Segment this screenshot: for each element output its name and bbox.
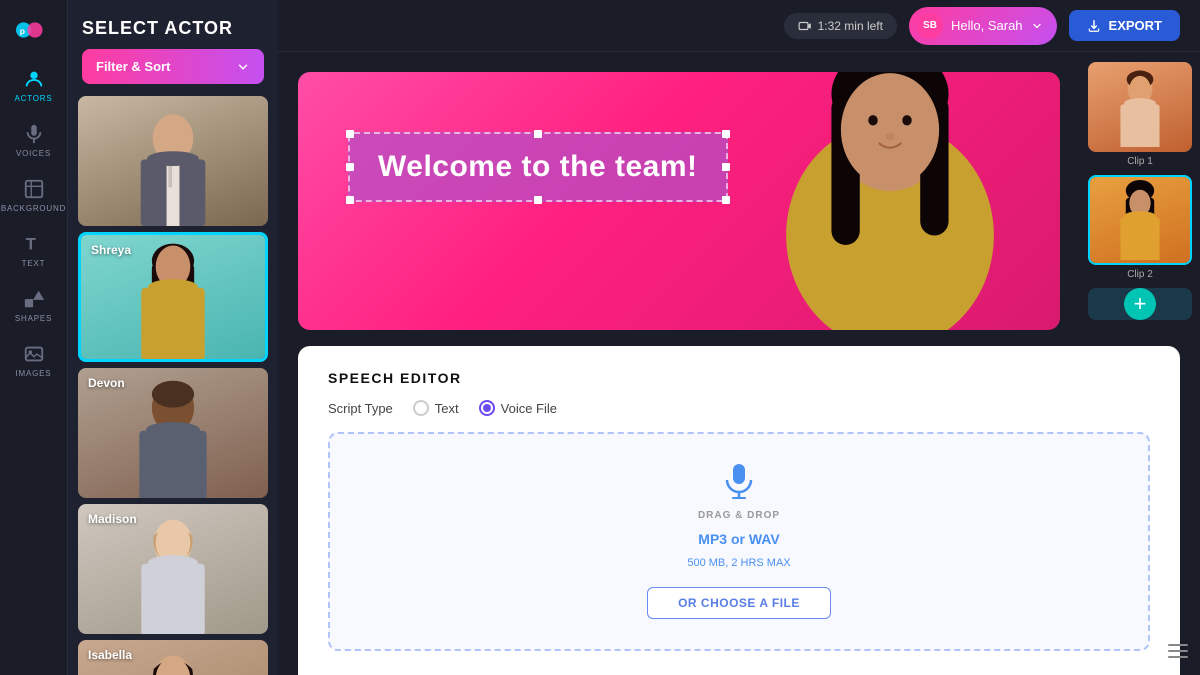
time-left-text: 1:32 min left bbox=[818, 19, 883, 33]
actor-card-isabella[interactable]: Isabella bbox=[78, 640, 268, 675]
sidebar-item-background-label: BACKGROUND bbox=[1, 204, 66, 213]
export-label: EXPORT bbox=[1109, 18, 1162, 33]
canvas-area: Welcome to the team! bbox=[278, 52, 1080, 330]
sidebar-item-voices[interactable]: VOICES bbox=[6, 113, 62, 168]
clip-1-thumbnail bbox=[1088, 62, 1192, 152]
chevron-down-icon bbox=[236, 60, 250, 74]
sidebar-item-background[interactable]: BACKGROUND bbox=[6, 168, 62, 223]
handle-bl[interactable] bbox=[346, 196, 354, 204]
radio-voice-circle[interactable] bbox=[479, 400, 495, 416]
clip-2-label: Clip 2 bbox=[1088, 269, 1192, 280]
speech-editor: SPEECH EDITOR Script Type Text Voice Fil… bbox=[298, 346, 1180, 675]
sidebar-item-shapes[interactable]: SHAPES bbox=[6, 278, 62, 333]
choose-file-button[interactable]: OR CHOOSE A FILE bbox=[647, 587, 831, 619]
handle-lm[interactable] bbox=[346, 163, 354, 171]
logo-area: p bbox=[0, 10, 67, 58]
radio-text-circle[interactable] bbox=[413, 400, 429, 416]
export-button[interactable]: EXPORT bbox=[1069, 10, 1180, 41]
page-title: SELECT ACTOR bbox=[68, 0, 278, 49]
constraints-label: 500 MB, 2 HRS MAX bbox=[687, 557, 790, 569]
radio-voice-label: Voice File bbox=[501, 401, 557, 416]
speech-editor-title: SPEECH EDITOR bbox=[328, 370, 1150, 386]
handle-tm[interactable] bbox=[534, 130, 542, 138]
file-types-label: MP3 or WAV bbox=[698, 531, 779, 547]
user-name: Hello, Sarah bbox=[951, 18, 1023, 33]
actors-list: Shreya Devon bbox=[68, 96, 278, 675]
clip-2-thumbnail bbox=[1090, 177, 1190, 263]
actor-card-shreya[interactable]: Shreya bbox=[78, 232, 268, 362]
handle-bm[interactable] bbox=[534, 196, 542, 204]
export-icon bbox=[1087, 19, 1101, 33]
clips-panel: Clip 1 bbox=[1080, 52, 1200, 330]
radio-text-option[interactable]: Text bbox=[413, 400, 459, 416]
clip-1-container: Clip 1 bbox=[1088, 62, 1192, 167]
user-menu[interactable]: SB Hello, Sarah bbox=[909, 7, 1057, 45]
video-canvas[interactable]: Welcome to the team! bbox=[298, 72, 1060, 330]
actor-card-madison[interactable]: Madison bbox=[78, 504, 268, 634]
drag-drop-label: DRAG & DROP bbox=[698, 510, 780, 521]
text-overlay-box[interactable]: Welcome to the team! bbox=[348, 132, 728, 202]
actor-name-isabella: Isabella bbox=[88, 648, 132, 662]
clip-card-1[interactable] bbox=[1088, 62, 1192, 152]
actor-card-devon[interactable]: Devon bbox=[78, 368, 268, 498]
top-bar: 1:32 min left SB Hello, Sarah EXPORT bbox=[278, 0, 1200, 52]
microphone-icon bbox=[725, 464, 753, 500]
handle-tl[interactable] bbox=[346, 130, 354, 138]
sidebar-nav: p ACTORS VOICES BACKGROUND T T bbox=[0, 0, 68, 675]
time-badge: 1:32 min left bbox=[784, 13, 897, 39]
avatar: SB bbox=[917, 13, 943, 39]
clip-1-label: Clip 1 bbox=[1088, 156, 1192, 167]
sidebar-item-text[interactable]: T TEXT bbox=[6, 223, 62, 278]
script-type-row: Script Type Text Voice File bbox=[328, 400, 1150, 416]
sidebar-item-actors-label: ACTORS bbox=[15, 94, 53, 103]
sidebar-item-images[interactable]: IMAGES bbox=[6, 333, 62, 388]
actor-canvas-preview bbox=[720, 72, 1060, 330]
actor-name-madison: Madison bbox=[88, 512, 137, 526]
main-area: 1:32 min left SB Hello, Sarah EXPORT bbox=[278, 0, 1200, 675]
chevron-down-icon bbox=[1031, 20, 1043, 32]
clip-2-container: Clip 2 bbox=[1088, 175, 1192, 280]
actor-name-devon: Devon bbox=[88, 376, 125, 390]
filter-sort-button[interactable]: Filter & Sort bbox=[82, 49, 264, 84]
sidebar-item-text-label: TEXT bbox=[22, 259, 46, 268]
sidebar-item-voices-label: VOICES bbox=[16, 149, 51, 158]
choose-file-label: OR CHOOSE A FILE bbox=[678, 596, 800, 610]
filter-sort-label: Filter & Sort bbox=[96, 59, 170, 74]
radio-voice-option[interactable]: Voice File bbox=[479, 400, 557, 416]
add-clip-icon: + bbox=[1124, 288, 1156, 320]
sidebar-item-images-label: IMAGES bbox=[16, 369, 52, 378]
svg-text:p: p bbox=[19, 26, 24, 36]
camera-icon bbox=[798, 19, 812, 33]
sidebar-item-shapes-label: SHAPES bbox=[15, 314, 52, 323]
radio-text-label: Text bbox=[435, 401, 459, 416]
actor-card-1[interactable] bbox=[78, 96, 268, 226]
add-clip-button[interactable]: + bbox=[1088, 288, 1192, 320]
hamburger-icon bbox=[1168, 644, 1188, 658]
actors-panel: SELECT ACTOR Filter & Sort Shreya bbox=[68, 0, 278, 675]
drop-zone[interactable]: DRAG & DROP MP3 or WAV 500 MB, 2 HRS MAX… bbox=[328, 432, 1150, 651]
sidebar-item-actors[interactable]: ACTORS bbox=[6, 58, 62, 113]
canvas-text: Welcome to the team! bbox=[378, 150, 698, 184]
script-type-label: Script Type bbox=[328, 401, 393, 416]
clip-card-2[interactable] bbox=[1088, 175, 1192, 265]
user-initials: SB bbox=[923, 20, 937, 31]
logo-icon: p bbox=[16, 18, 52, 42]
svg-text:T: T bbox=[25, 236, 36, 254]
actor-name-shreya: Shreya bbox=[91, 243, 131, 257]
hamburger-menu[interactable] bbox=[1168, 644, 1188, 663]
